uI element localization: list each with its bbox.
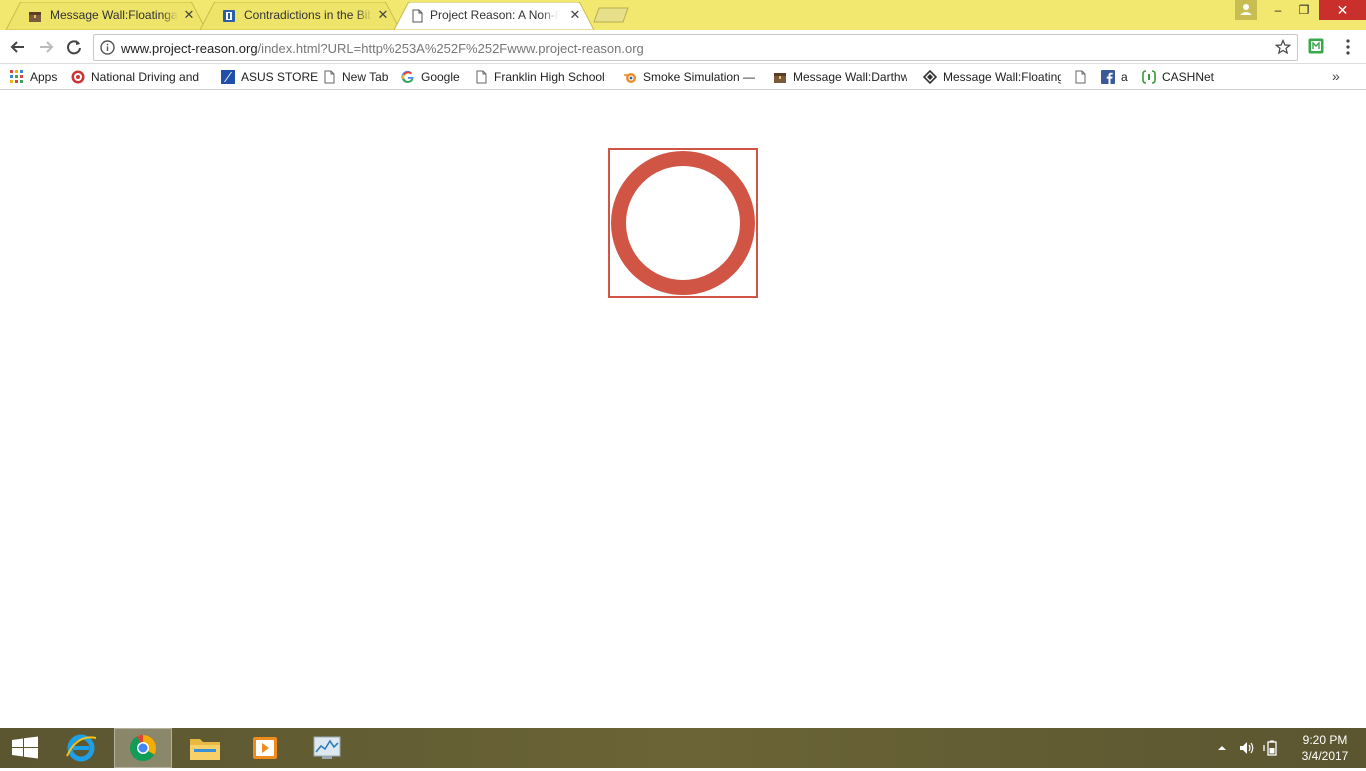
person-icon	[1240, 4, 1252, 15]
profile-button[interactable]	[1235, 0, 1257, 20]
ring-icon	[611, 151, 755, 295]
reload-icon	[67, 40, 81, 55]
taskbar: 9:20 PM 3/4/2017	[0, 728, 1366, 768]
internet-explorer-icon	[66, 734, 97, 762]
bookmark-new-tab[interactable]: New Tab	[322, 68, 392, 86]
bookmark-label: a	[1121, 70, 1128, 84]
folder-icon	[190, 739, 220, 760]
cashnet-icon	[1142, 70, 1156, 84]
taskbar-media-player[interactable]	[236, 728, 294, 768]
clock-time: 9:20 PM	[1302, 733, 1348, 747]
taskbar-chrome[interactable]	[114, 728, 172, 768]
minimize-button[interactable]: –	[1265, 0, 1291, 20]
windows-start-icon	[12, 736, 38, 759]
tab-title: Contradictions in the Bib	[244, 8, 372, 22]
loading-spinner	[608, 148, 758, 298]
bookmark-star-icon[interactable]	[1274, 38, 1292, 55]
bookmark-apps[interactable]: Apps	[10, 68, 62, 86]
tab-title: Message Wall:Floatingax	[50, 8, 178, 22]
url-host: www.project-reason.org	[121, 41, 258, 56]
back-button[interactable]	[7, 36, 29, 58]
tray-overflow-arrow-icon[interactable]	[1216, 740, 1228, 756]
asus-icon	[221, 70, 235, 84]
bookmark-google[interactable]: Google	[401, 68, 465, 86]
arrow-left-icon	[10, 41, 24, 53]
tab-title: Project Reason: A Non-P	[430, 8, 558, 22]
address-bar[interactable]: www.project-reason.org/index.html?URL=ht…	[93, 34, 1298, 61]
tab-close-button[interactable]: ✕	[182, 7, 196, 23]
clock-date: 3/4/2017	[1301, 749, 1349, 763]
bookmark-label: ASUS STORE	[241, 70, 319, 84]
chrome-icon	[129, 735, 157, 762]
tab-message-wall-floatingax[interactable]: Message Wall:Floatingax ✕	[6, 2, 206, 30]
bookmark-label: National Driving and	[91, 70, 200, 84]
restore-button[interactable]: ❐	[1291, 0, 1317, 20]
browser-toolbar: www.project-reason.org/index.html?URL=ht…	[0, 30, 1366, 64]
kebab-menu-icon	[1346, 39, 1350, 55]
book-icon	[222, 9, 236, 23]
tab-close-button[interactable]: ✕	[568, 7, 582, 23]
national-driving-icon	[71, 70, 85, 84]
forward-button[interactable]	[35, 36, 57, 58]
extension-icon[interactable]	[1308, 38, 1324, 54]
google-icon	[401, 70, 415, 84]
bookmark-message-wall-floating[interactable]: Message Wall:Floating	[922, 68, 1063, 86]
taskbar-resource-monitor[interactable]	[298, 728, 356, 768]
facebook-icon	[1101, 70, 1115, 84]
bookmark-label: CASHNet	[1162, 70, 1215, 84]
bookmark-label: Franklin High School:	[494, 70, 606, 84]
bookmark-message-wall-darthw[interactable]: Message Wall:Darthw	[773, 68, 913, 86]
bookmark-label: Google	[421, 70, 460, 84]
tab-project-reason[interactable]: Project Reason: A Non-P ✕	[394, 2, 594, 30]
page-icon	[1073, 70, 1087, 84]
apps-grid-icon	[10, 70, 24, 84]
bookmark-label: Message Wall:Darthw	[793, 70, 907, 84]
monitor-icon	[313, 736, 341, 759]
bookmarks-bar: Apps National Driving and ASUS STORE New…	[0, 64, 1366, 90]
battery-icon[interactable]	[1263, 740, 1281, 756]
wiki-chest-icon	[773, 70, 787, 84]
bookmark-asus-store[interactable]: ASUS STORE	[221, 68, 319, 86]
bookmark-national-driving[interactable]: National Driving and	[71, 68, 211, 86]
taskbar-file-explorer[interactable]	[176, 728, 234, 768]
blender-icon	[623, 70, 637, 84]
bookmark-facebook[interactable]: a	[1101, 68, 1135, 86]
wiki-chest-icon	[28, 9, 42, 23]
bookmark-smoke-simulation[interactable]: Smoke Simulation —	[623, 68, 761, 86]
page-icon	[322, 70, 336, 84]
tab-contradictions-in-the-bible[interactable]: Contradictions in the Bib ✕	[200, 2, 400, 30]
wiki-diamond-icon	[922, 69, 938, 85]
taskbar-internet-explorer[interactable]	[52, 728, 110, 768]
reload-button[interactable]	[63, 36, 85, 58]
start-button[interactable]	[0, 728, 50, 768]
url-text[interactable]: www.project-reason.org/index.html?URL=ht…	[121, 41, 644, 56]
bookmark-cashnet[interactable]: CASHNet	[1142, 68, 1222, 86]
page-icon	[410, 9, 424, 23]
page-content	[0, 91, 1366, 728]
system-clock[interactable]: 9:20 PM 3/4/2017	[1290, 732, 1360, 764]
chrome-menu-button[interactable]	[1340, 38, 1356, 56]
bookmark-untitled-page[interactable]	[1073, 68, 1089, 86]
new-tab-button[interactable]	[593, 7, 629, 23]
bookmark-label: Message Wall:Floating	[943, 70, 1061, 84]
bookmark-label: Apps	[30, 70, 58, 84]
bookmarks-overflow-button[interactable]: »	[1332, 68, 1340, 84]
tab-strip: Message Wall:Floatingax ✕ Contradictions…	[0, 0, 1366, 30]
bookmark-franklin-high-school[interactable]: Franklin High School:	[474, 68, 612, 86]
media-player-icon	[253, 737, 277, 759]
info-icon[interactable]	[100, 40, 115, 55]
arrow-right-icon	[40, 41, 54, 53]
bookmark-label: Smoke Simulation —	[643, 70, 756, 84]
url-path: /index.html?URL=http%253A%252F%252Fwww.p…	[257, 41, 644, 56]
bookmark-label: New Tab	[342, 70, 389, 84]
window-close-button[interactable]: ✕	[1319, 0, 1366, 20]
tab-close-button[interactable]: ✕	[376, 7, 390, 23]
page-icon	[474, 70, 488, 84]
volume-icon[interactable]	[1238, 740, 1256, 756]
